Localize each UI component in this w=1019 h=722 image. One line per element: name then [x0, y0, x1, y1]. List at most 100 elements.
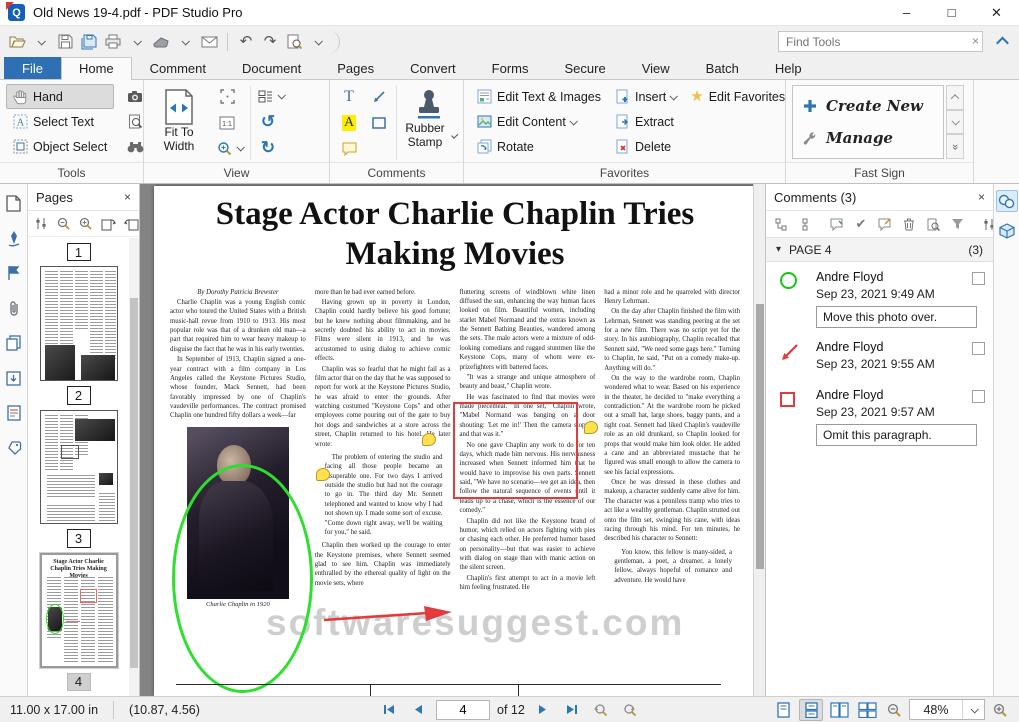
preview-button[interactable] — [283, 31, 305, 53]
tab-forms[interactable]: Forms — [474, 57, 547, 80]
page-4-label[interactable]: 4 — [67, 673, 91, 691]
search-comments-button[interactable] — [924, 214, 942, 234]
hand-tool-button[interactable]: Hand — [6, 84, 114, 109]
delete-pages-button[interactable]: Delete — [608, 134, 683, 159]
manage-signatures-button[interactable]: Manage — [803, 129, 933, 147]
print-button[interactable] — [102, 31, 124, 53]
zoom-tool-button[interactable] — [214, 136, 246, 160]
comment-checkbox[interactable] — [972, 272, 985, 285]
comment-checkbox[interactable] — [972, 342, 985, 355]
comment-checkbox[interactable] — [972, 390, 985, 403]
reply-comment-button[interactable] — [828, 214, 846, 234]
comment-item-2[interactable]: Andre Floyd Sep 23, 2021 9:55 AM — [766, 332, 993, 380]
page-3-label[interactable]: 3 — [67, 529, 91, 547]
save-all-button[interactable] — [78, 31, 100, 53]
previous-page-button[interactable] — [407, 699, 429, 721]
edit-favorites-button[interactable]: ★ Edit Favorites — [683, 84, 792, 109]
last-page-button[interactable] — [561, 699, 583, 721]
comments-page-group[interactable]: ▾ PAGE 4 (3) — [766, 238, 993, 262]
redo-button[interactable]: ↷ — [259, 31, 281, 53]
actual-size-button[interactable]: 1:1 — [214, 110, 240, 135]
single-page-layout-button[interactable] — [771, 699, 795, 721]
rotate-page-ccw-button[interactable] — [98, 215, 118, 233]
zoom-dropdown[interactable] — [962, 700, 984, 719]
object-select-button[interactable]: Object Select — [6, 134, 114, 159]
tab-pages[interactable]: Pages — [319, 57, 392, 80]
first-page-button[interactable] — [378, 699, 400, 721]
edit-comment-button[interactable] — [876, 214, 894, 234]
bookmarks-panel-tab[interactable] — [3, 262, 25, 284]
scan-dropdown[interactable] — [174, 31, 196, 53]
continuous-layout-button[interactable] — [799, 699, 823, 721]
page-2-label[interactable]: 2 — [67, 386, 91, 404]
signatures-panel-tab[interactable] — [3, 227, 25, 249]
tab-document[interactable]: Document — [224, 57, 319, 80]
layers-panel-tab[interactable] — [3, 332, 25, 354]
tags-panel-tab[interactable] — [3, 437, 25, 459]
zoom-in-button[interactable] — [989, 699, 1011, 721]
comments-panel-tab[interactable] — [996, 190, 1018, 212]
fast-sign-scroll-down[interactable] — [946, 110, 964, 135]
current-page-input[interactable] — [436, 700, 490, 720]
edit-content-button[interactable]: Edit Content — [470, 109, 608, 134]
fit-to-width-button[interactable]: Fit To Width — [150, 84, 208, 155]
arrow-annotation[interactable] — [322, 604, 454, 626]
close-pages-panel-icon[interactable]: × — [124, 190, 131, 204]
email-button[interactable] — [198, 31, 220, 53]
thumbnail-options-button[interactable] — [32, 215, 50, 233]
circle-annotation[interactable] — [172, 464, 313, 693]
rotate-pages-button[interactable]: Rotate — [470, 134, 608, 159]
sticky-note-annotation-3[interactable] — [584, 421, 598, 434]
rotate-view-ccw-button[interactable]: ↺ — [255, 109, 281, 134]
next-view-button[interactable] — [619, 699, 641, 721]
thumbnail-zoom-out-button[interactable] — [54, 215, 72, 233]
undo-button[interactable]: ↶ — [235, 31, 257, 53]
page-3-thumbnail[interactable] — [40, 410, 118, 525]
extract-pages-button[interactable]: Extract — [608, 109, 683, 134]
document-page[interactable]: Stage Actor Charlie Chaplin Tries Making… — [154, 186, 756, 696]
rotate-view-cw-button[interactable]: ↻ — [255, 135, 281, 160]
clear-search-icon[interactable]: × — [972, 34, 979, 48]
square-annotation[interactable] — [453, 402, 578, 499]
attachments-panel-tab[interactable] — [3, 297, 25, 319]
fast-sign-expand[interactable]: » — [946, 134, 964, 159]
arrow-annotation-button[interactable] — [366, 84, 392, 109]
mark-reviewed-button[interactable]: ✔ — [852, 214, 870, 234]
zoom-level-control[interactable]: 48% — [909, 699, 985, 720]
thumbnail-zoom-in-button[interactable] — [76, 215, 94, 233]
tab-convert[interactable]: Convert — [392, 57, 474, 80]
sticky-note-annotation-1[interactable] — [316, 468, 330, 481]
full-screen-button[interactable] — [214, 84, 240, 109]
facing-continuous-layout-button[interactable] — [855, 699, 879, 721]
collapse-all-button[interactable] — [796, 214, 814, 234]
find-tools-input[interactable] — [778, 31, 983, 52]
rotate-page-cw-button[interactable] — [122, 215, 142, 233]
select-text-button[interactable]: A Select Text — [6, 109, 114, 134]
collapse-ribbon-button[interactable] — [991, 31, 1013, 53]
comment-item-1[interactable]: Andre Floyd Sep 23, 2021 9:49 AM Move th… — [766, 262, 993, 332]
document-area[interactable]: Stage Actor Charlie Chaplin Tries Making… — [140, 184, 765, 696]
next-page-button[interactable] — [532, 699, 554, 721]
scan-button[interactable] — [150, 31, 172, 53]
sticky-note-button[interactable] — [336, 136, 362, 161]
page-1-label[interactable]: 1 — [67, 243, 91, 261]
insert-pages-button[interactable]: Insert — [608, 84, 683, 109]
3d-panel-tab[interactable] — [996, 220, 1018, 242]
tab-view[interactable]: View — [624, 57, 688, 80]
rectangle-annotation-button[interactable] — [366, 110, 392, 135]
maximize-button[interactable]: □ — [929, 0, 974, 25]
tab-batch[interactable]: Batch — [688, 57, 757, 80]
text-comment-button[interactable]: T — [336, 84, 362, 109]
content-panel-tab[interactable] — [3, 402, 25, 424]
previous-view-button[interactable] — [590, 699, 612, 721]
open-dropdown[interactable] — [30, 31, 52, 53]
pages-scrollbar[interactable] — [129, 238, 139, 696]
fast-sign-scroll-up[interactable] — [946, 85, 964, 110]
pages-panel-tab[interactable] — [3, 192, 25, 214]
highlight-button[interactable]: A — [336, 110, 362, 135]
sticky-note-annotation-2[interactable] — [422, 433, 436, 446]
delete-comment-button[interactable] — [900, 214, 918, 234]
document-scrollbar[interactable] — [753, 184, 765, 696]
close-comments-panel-icon[interactable]: × — [978, 190, 985, 204]
comment-note-field[interactable]: Move this photo over. — [816, 306, 977, 328]
